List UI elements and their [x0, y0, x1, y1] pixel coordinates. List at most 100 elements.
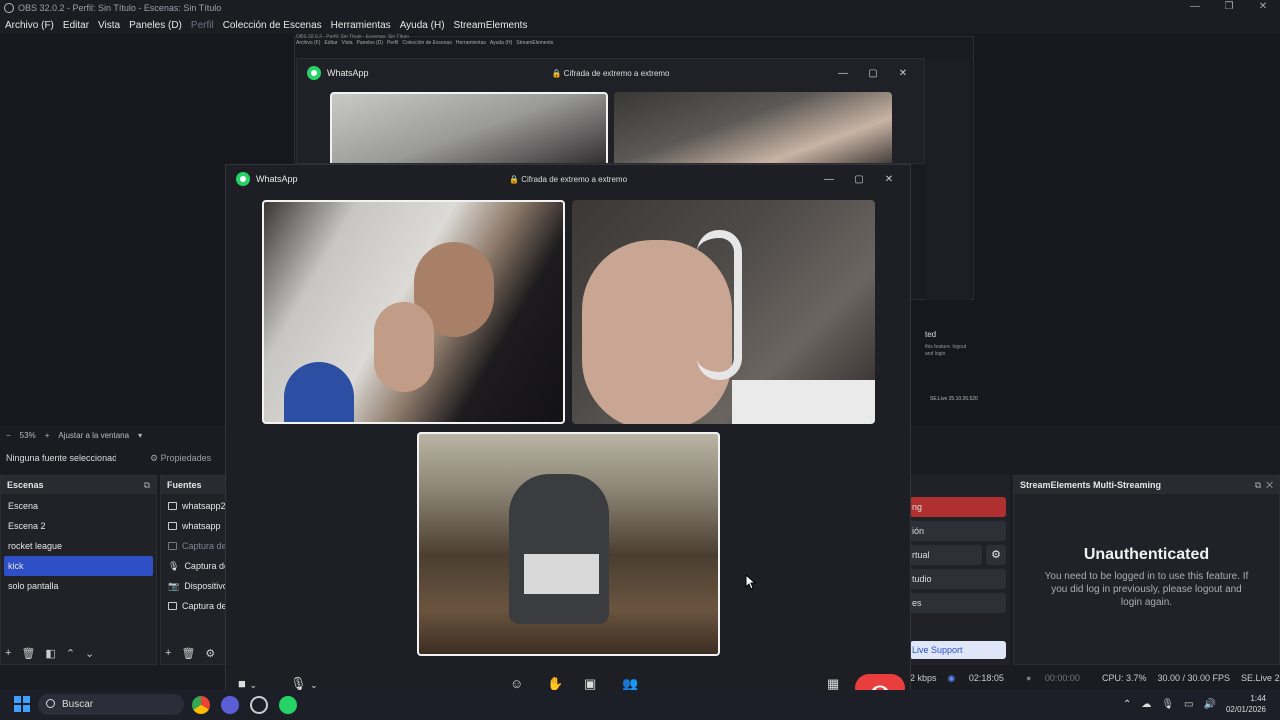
obs-statusbar: 32 kbps ◉ 02:18:05 ● 00:00:00 CPU: 3.7% … [905, 668, 1280, 688]
trash-icon[interactable]: 🗑 [21, 647, 35, 660]
mouse-cursor-icon [745, 574, 757, 590]
window-icon [168, 542, 177, 550]
source-label: Captura de [182, 541, 226, 551]
participant-hand [374, 302, 434, 392]
rec-indicator: ● 00:00:00 [1026, 673, 1091, 683]
mini-menu-item: Vista [341, 40, 353, 46]
trash-icon[interactable]: 🗑 [181, 647, 195, 660]
clock-time: 1:44 [1250, 694, 1266, 703]
emoji-icon[interactable]: ☺ [510, 676, 523, 691]
live-time: 02:18:05 [968, 672, 1004, 683]
monitor-icon [168, 602, 177, 610]
studio-mode-button[interactable]: tudio [910, 569, 1006, 589]
properties-button[interactable]: ⚙ Propiedades [150, 453, 211, 464]
popout-icon[interactable]: ⧉ [144, 480, 150, 491]
obs-titlebar: OBS 32.0.2 - Perfil: Sin Título - Escena… [0, 0, 1280, 16]
taskbar-clock[interactable]: 1:44 02/01/2026 [1226, 693, 1266, 715]
scene-item-selected[interactable]: kick [4, 556, 153, 576]
filter-icon[interactable]: ◧ [45, 647, 55, 660]
record-icon: ● [1025, 673, 1032, 683]
zoom-in-button[interactable]: + [45, 431, 50, 440]
chevron-down-icon[interactable]: ⌄ [85, 647, 94, 660]
whatsapp-taskbar-icon[interactable] [279, 696, 297, 714]
menu-paneles[interactable]: Paneles (D) [129, 20, 182, 31]
scene-item[interactable]: solo pantalla [1, 576, 156, 596]
source-label: Captura de [182, 601, 226, 611]
close-icon[interactable]: ✕ [874, 174, 904, 185]
popout-icon[interactable]: ⧉ ✕ [1255, 480, 1273, 491]
gear-icon[interactable]: ⚙ [205, 647, 215, 660]
mini-menu-item: Archivo (F) [296, 40, 321, 46]
start-recording-button[interactable]: ión [910, 521, 1006, 541]
chevron-up-icon[interactable]: ⌃ [66, 647, 75, 660]
taskbar-search[interactable]: Buscar [38, 694, 184, 715]
app-icon[interactable] [221, 696, 239, 714]
source-toolbar: Ninguna fuente seleccionada ⚙ Propiedade… [0, 446, 225, 470]
menu-editar[interactable]: Editar [63, 20, 89, 31]
camera-toggle[interactable]: ■ ⌄ [238, 676, 257, 691]
properties-label: Propiedades [160, 453, 212, 463]
source-item[interactable]: 🎙 Captura de [161, 556, 225, 576]
scene-item[interactable]: rocket league [1, 536, 156, 556]
chrome-icon[interactable] [192, 696, 210, 714]
participant-video [417, 432, 720, 656]
close-icon: ✕ [898, 67, 908, 79]
source-item[interactable]: 📷 Dispositivo [161, 576, 225, 596]
obs-menubar: Archivo (F) Editar Vista Paneles (D) Per… [0, 16, 1280, 34]
source-label: whatsapp2 [182, 501, 226, 511]
obs-taskbar-icon[interactable] [250, 696, 268, 714]
chevron-up-icon[interactable]: ⌃ [1123, 699, 1131, 710]
live-indicator: ◉ 02:18:05 [948, 673, 1015, 684]
microphone-icon[interactable]: 🎙 [1161, 699, 1174, 710]
gear-icon[interactable]: ⚙ [986, 545, 1006, 565]
minimize-icon[interactable]: — [1178, 0, 1212, 16]
settings-button[interactable]: es [910, 593, 1006, 613]
maximize-icon[interactable]: ❐ [1212, 0, 1246, 16]
live-support-button[interactable]: Live Support [910, 641, 1006, 659]
mini-auth-message: this feature. logout and login [925, 344, 967, 357]
mini-menu-item: Editar [324, 40, 338, 46]
menu-vista[interactable]: Vista [98, 20, 120, 31]
minimize-icon[interactable]: — [814, 174, 844, 185]
chevron-down-icon[interactable]: ▾ [138, 431, 142, 440]
scene-item[interactable]: Escena [1, 496, 156, 516]
se-dock-title: StreamElements Multi-Streaming [1020, 480, 1162, 490]
scene-item[interactable]: Escena 2 [1, 516, 156, 536]
volume-icon[interactable]: 🔊 [1204, 699, 1216, 710]
add-icon[interactable]: + [165, 647, 171, 660]
mini-obs-menu: Archivo (F) Editar Vista Paneles (D) Per… [296, 40, 557, 46]
menu-perfil[interactable]: Perfil [191, 20, 214, 31]
zoom-out-button[interactable]: − [6, 431, 11, 440]
menu-streamelements[interactable]: StreamElements [454, 20, 528, 31]
network-icon[interactable]: ▭ [1184, 699, 1193, 710]
participant-video [572, 200, 875, 424]
chevron-down-icon: ⌄ [310, 680, 318, 690]
menu-archivo[interactable]: Archivo (F) [5, 20, 54, 31]
menu-coleccion-escenas[interactable]: Colección de Escenas [223, 20, 322, 31]
windows-start-icon[interactable] [14, 696, 30, 712]
sources-dock: Fuentes whatsapp2 whatsapp Captura de 🎙 C… [160, 475, 226, 665]
source-label: Captura de [184, 561, 226, 571]
video-camera-icon: ■ [238, 676, 246, 691]
whatsapp-app-name: WhatsApp [256, 174, 298, 184]
fps: 30.00 / 30.00 FPS [1157, 673, 1231, 683]
add-icon[interactable]: + [5, 647, 11, 660]
encryption-text: Cifrada de extremo a extremo [563, 68, 670, 78]
source-item[interactable]: whatsapp [161, 516, 225, 536]
maximize-icon[interactable]: ▢ [844, 174, 874, 185]
mini-status: SE.Live 25.10.26.520 [930, 396, 978, 402]
streamelements-dock: StreamElements Multi-Streaming ⧉ ✕ Unauth… [1013, 475, 1280, 665]
source-item[interactable]: Captura de [161, 536, 225, 556]
source-item[interactable]: whatsapp2 [161, 496, 225, 516]
cloud-icon[interactable]: ☁ [1141, 699, 1151, 710]
virtual-camera-button[interactable]: rtual [910, 545, 982, 565]
menu-herramientas[interactable]: Herramientas [331, 20, 391, 31]
close-icon[interactable]: ✕ [1246, 0, 1280, 16]
menu-ayuda[interactable]: Ayuda (H) [400, 20, 445, 31]
rec-time: 00:00:00 [1044, 673, 1080, 683]
zoom-fit-label[interactable]: Ajustar a la ventana [58, 431, 129, 440]
window-icon [168, 502, 177, 510]
mini-auth-heading: ted [925, 330, 937, 339]
source-item[interactable]: Captura de [161, 596, 225, 616]
start-streaming-button[interactable]: ng [910, 497, 1006, 517]
